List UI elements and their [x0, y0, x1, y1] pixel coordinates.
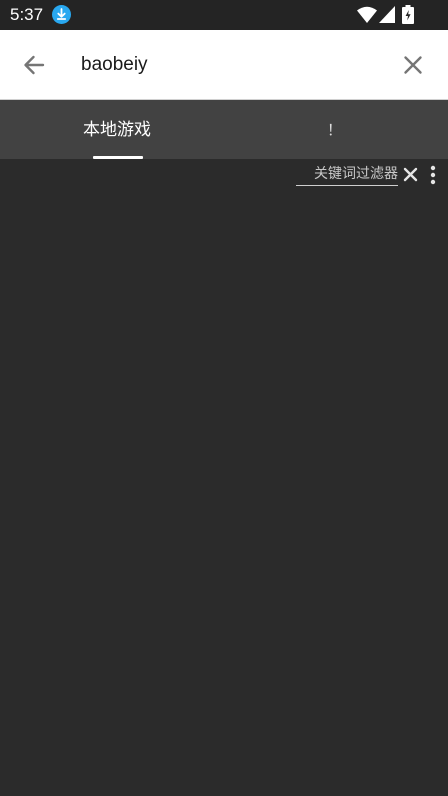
app-screen: 5:37 baobeiy 本地游戏 ！ 关键词过滤器	[0, 0, 448, 796]
clear-search-button[interactable]	[397, 49, 429, 81]
more-options-button[interactable]	[428, 165, 438, 185]
more-vertical-icon	[430, 165, 436, 185]
keyword-filter-input[interactable]	[296, 162, 398, 186]
battery-charging-icon	[402, 5, 414, 24]
arrow-left-icon	[24, 55, 45, 75]
tab-label: ！	[327, 121, 343, 139]
tab-label: 本地游戏	[83, 120, 151, 140]
signal-icon	[379, 6, 395, 23]
search-toolbar: baobeiy	[0, 30, 448, 100]
tab-secondary[interactable]: ！	[224, 100, 448, 159]
download-icon	[52, 5, 71, 24]
search-input[interactable]: baobeiy	[81, 53, 148, 77]
status-time: 5:37	[10, 5, 44, 24]
back-button[interactable]	[18, 49, 50, 81]
filter-row	[0, 159, 448, 191]
wifi-icon	[357, 6, 377, 23]
tab-local-games[interactable]: 本地游戏	[0, 100, 224, 159]
close-icon	[403, 167, 418, 182]
close-icon	[404, 56, 422, 74]
game-list-area	[0, 191, 448, 796]
clear-filter-button[interactable]	[402, 166, 419, 183]
status-bar: 5:37	[0, 0, 448, 30]
tab-bar: 本地游戏 ！	[0, 100, 448, 159]
